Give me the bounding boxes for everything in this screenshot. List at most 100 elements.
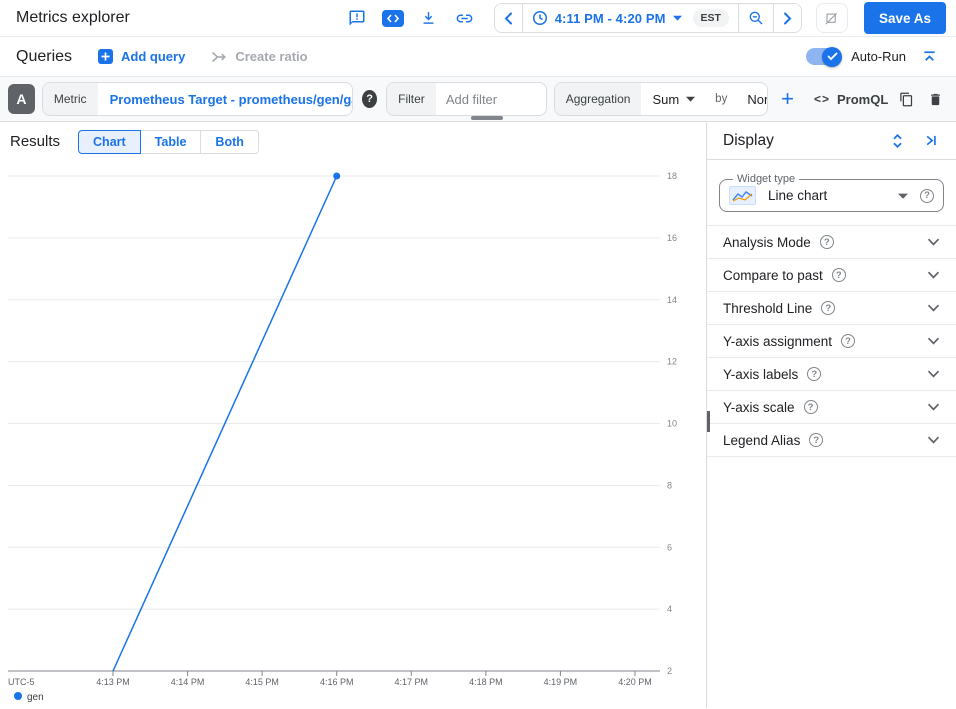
filter-input[interactable] (436, 83, 547, 115)
chevron-down-icon (927, 436, 940, 444)
x-axis-tick-label: 4:14 PM (171, 677, 205, 687)
delete-query-button[interactable] (924, 86, 946, 112)
y-axis-tick-label: 8 (667, 480, 672, 490)
add-aggregation-button[interactable]: + (775, 88, 800, 110)
feedback-button[interactable] (344, 5, 370, 31)
x-axis-tick-label: 4:17 PM (395, 677, 429, 687)
add-query-icon (98, 49, 113, 64)
section-threshold-line[interactable]: Threshold Line? (707, 292, 956, 325)
chart-series-gen[interactable] (113, 173, 340, 672)
aggregation-selector[interactable]: Sum (641, 83, 706, 115)
queries-bar: Queries Add query Create ratio Auto-Run (0, 37, 956, 77)
display-title: Display (723, 132, 887, 150)
time-zoom-out-button[interactable] (738, 4, 773, 32)
section-label: Legend Alias (723, 433, 800, 448)
duplicate-query-button[interactable] (895, 86, 917, 112)
add-query-button[interactable]: Add query (98, 49, 185, 64)
widget-type-selector[interactable]: Line chart ? (729, 186, 934, 205)
results-header: Results ChartTableBoth (0, 122, 706, 161)
help-icon[interactable]: ? (832, 268, 846, 282)
reset-zoom-icon (824, 11, 839, 26)
chart-gridlines: 24681012141618 (8, 171, 677, 676)
panel-scrollbar-thumb[interactable] (707, 411, 710, 432)
auto-run-toggle[interactable] (806, 48, 841, 65)
section-label: Y-axis labels (723, 367, 798, 382)
help-icon[interactable]: ? (820, 235, 834, 249)
widget-type-help-button[interactable]: ? (920, 189, 934, 203)
time-range-selector[interactable]: 4:11 PM - 4:20 PM EST (522, 4, 738, 32)
chevron-down-icon (927, 337, 940, 345)
x-axis-tick-label: 4:16 PM (320, 677, 354, 687)
collapse-right-icon (923, 133, 938, 148)
chevron-down-icon (927, 271, 940, 279)
feedback-icon (348, 9, 366, 27)
y-axis-tick-label: 16 (667, 233, 677, 243)
chevron-down-icon (927, 304, 940, 312)
legend-label: gen (27, 692, 44, 703)
reset-zoom-button[interactable] (816, 3, 848, 33)
section-label: Analysis Mode (723, 235, 811, 250)
download-icon (420, 10, 437, 27)
help-icon[interactable]: ? (821, 301, 835, 315)
collapse-queries-button[interactable] (916, 44, 942, 70)
chart-legend[interactable]: gen (14, 692, 44, 703)
results-chart[interactable]: 246810121416184:13 PM4:14 PM4:15 PM4:16 … (0, 161, 706, 708)
section-analysis-mode[interactable]: Analysis Mode? (707, 226, 956, 259)
expand-all-sections-button[interactable] (887, 131, 907, 151)
help-icon[interactable]: ? (804, 400, 818, 414)
unfold-more-icon (890, 133, 905, 149)
help-icon[interactable]: ? (809, 433, 823, 447)
x-axis-tick-label: 4:13 PM (96, 677, 130, 687)
save-as-button[interactable]: Save As (864, 2, 946, 34)
section-y-axis-scale[interactable]: Y-axis scale? (707, 391, 956, 424)
time-forward-button[interactable] (773, 4, 801, 32)
time-range-value: 4:11 PM - 4:20 PM (555, 11, 666, 26)
x-axis-tick-label: 4:19 PM (544, 677, 578, 687)
section-legend-alias[interactable]: Legend Alias? (707, 424, 956, 457)
timezone-badge[interactable]: EST (693, 9, 729, 27)
chevron-down-icon (927, 238, 940, 246)
filter-group: Filter (386, 82, 547, 116)
zoom-out-icon (748, 10, 764, 26)
download-button[interactable] (416, 5, 442, 31)
caret-down-icon (898, 193, 908, 199)
share-link-button[interactable] (452, 5, 478, 31)
query-editor-button[interactable] (380, 5, 406, 31)
query-builder-row: A Metric Prometheus Target - prometheus/… (0, 77, 956, 122)
metric-selector[interactable]: Prometheus Target - prometheus/gen/gauge (98, 83, 353, 115)
caret-down-icon (686, 96, 695, 102)
y-axis-tick-label: 4 (667, 604, 672, 614)
panel-resize-handle[interactable] (471, 116, 503, 120)
widget-type-field: Widget type Line chart ? (719, 173, 944, 212)
display-panel-header: Display (707, 122, 956, 160)
chevron-down-icon (927, 403, 940, 411)
results-title: Results (10, 133, 60, 150)
results-area: Results ChartTableBoth 246810121416184:1… (0, 122, 706, 708)
section-compare-to-past[interactable]: Compare to past? (707, 259, 956, 292)
results-tabs: ChartTableBoth (78, 130, 259, 154)
auto-run-label: Auto-Run (851, 49, 906, 64)
top-bar: Metrics explorer (0, 0, 956, 37)
create-ratio-button[interactable]: Create ratio (211, 49, 307, 64)
main-content: Results ChartTableBoth 246810121416184:1… (0, 122, 956, 708)
collapse-panel-button[interactable] (920, 131, 940, 151)
trash-icon (928, 92, 943, 107)
series-endpoint-marker (333, 173, 340, 180)
metric-help-button[interactable]: ? (362, 90, 377, 108)
group-by-selector[interactable]: None (736, 83, 768, 115)
timezone-axis-label: UTC-5 (8, 677, 35, 687)
section-y-axis-labels[interactable]: Y-axis labels? (707, 358, 956, 391)
promql-button[interactable]: <> PromQL (814, 92, 888, 107)
section-label: Threshold Line (723, 301, 812, 316)
display-sections: Analysis Mode?Compare to past?Threshold … (707, 225, 956, 457)
tab-chart[interactable]: Chart (78, 130, 141, 154)
create-ratio-icon (211, 50, 227, 64)
tab-table[interactable]: Table (140, 130, 202, 154)
chevron-right-icon (783, 12, 792, 25)
section-y-axis-assignment[interactable]: Y-axis assignment? (707, 325, 956, 358)
time-back-button[interactable] (495, 4, 522, 32)
tab-both[interactable]: Both (200, 130, 258, 154)
help-icon[interactable]: ? (807, 367, 821, 381)
help-icon[interactable]: ? (841, 334, 855, 348)
query-letter-badge: A (8, 84, 35, 114)
